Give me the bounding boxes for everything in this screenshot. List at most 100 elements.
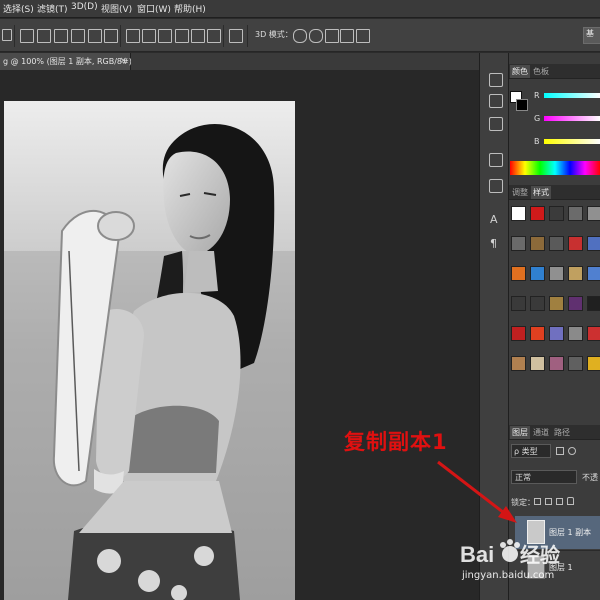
style-preset-swatch[interactable] [587, 326, 600, 341]
style-preset-swatch[interactable] [568, 266, 583, 281]
panel-dock: A ¶ [479, 53, 509, 600]
actions-icon[interactable] [489, 94, 503, 108]
background-color-swatch[interactable] [516, 99, 528, 111]
align-top-icon[interactable] [20, 29, 34, 43]
annotation-text: 复制副本1 [344, 430, 448, 454]
lock-position-icon[interactable] [556, 498, 563, 505]
style-preset-swatch[interactable] [587, 206, 600, 221]
style-preset-swatch[interactable] [511, 236, 526, 251]
green-slider[interactable] [544, 116, 600, 121]
styles-grid [509, 203, 600, 383]
tool-presets-icon[interactable] [489, 179, 503, 193]
lock-label: 锁定： [511, 498, 535, 507]
style-preset-swatch[interactable] [530, 296, 545, 311]
menu-view[interactable]: 视图(V) [101, 2, 132, 15]
style-preset-swatch[interactable] [530, 266, 545, 281]
history-icon[interactable] [489, 73, 503, 87]
tab-styles[interactable]: 样式 [531, 186, 551, 199]
canvas-photo[interactable] [4, 101, 295, 600]
3d-slide-icon[interactable] [340, 29, 354, 43]
style-preset-swatch[interactable] [549, 266, 564, 281]
style-preset-swatch[interactable] [511, 206, 526, 221]
style-preset-swatch[interactable] [549, 236, 564, 251]
layer-kind-filter[interactable]: ρ 类型 [511, 444, 551, 458]
style-preset-swatch[interactable] [587, 296, 600, 311]
tab-layers[interactable]: 图层 [510, 426, 530, 439]
style-preset-swatch[interactable] [549, 296, 564, 311]
close-icon[interactable]: × [119, 56, 127, 66]
color-panel-tabs: 颜色 色板 [509, 64, 600, 79]
style-preset-swatch[interactable] [511, 266, 526, 281]
separator [14, 25, 15, 47]
style-preset-swatch[interactable] [549, 206, 564, 221]
style-preset-swatch[interactable] [549, 356, 564, 371]
style-preset-swatch[interactable] [530, 206, 545, 221]
red-slider[interactable] [544, 93, 600, 98]
align-right-icon[interactable] [104, 29, 118, 43]
menu-bar: 选择(S) 滤镜(T) 3D(D) 视图(V) 窗口(W) 帮助(H) [0, 0, 600, 18]
auto-align-icon[interactable] [229, 29, 243, 43]
style-preset-swatch[interactable] [587, 266, 600, 281]
brush-icon[interactable] [489, 153, 503, 167]
lock-transparency-icon[interactable] [534, 498, 541, 505]
channel-g-label: G [534, 114, 541, 123]
color-ramp[interactable] [510, 161, 600, 175]
svg-text:Bai: Bai [460, 542, 494, 567]
3d-scale-icon[interactable] [356, 29, 370, 43]
lock-all-icon[interactable] [567, 497, 574, 505]
style-preset-swatch[interactable] [568, 206, 583, 221]
workspace-button[interactable]: 基 [583, 27, 600, 44]
document-tab[interactable]: g @ 100% (图层 1 副本, RGB/8#) * × [0, 53, 138, 70]
style-preset-swatch[interactable] [568, 236, 583, 251]
style-preset-swatch[interactable] [549, 326, 564, 341]
distribute-right-icon[interactable] [207, 29, 221, 43]
style-preset-swatch[interactable] [511, 296, 526, 311]
properties-icon[interactable] [489, 117, 503, 131]
right-panels: 颜色 色板 R G B 调整 样式 图层 通道 路径 ρ 类型 正常 不透 锁定… [509, 53, 600, 600]
align-hcenter-icon[interactable] [88, 29, 102, 43]
style-preset-swatch[interactable] [530, 326, 545, 341]
filter-adjust-icon[interactable] [568, 447, 576, 455]
distribute-left-icon[interactable] [175, 29, 189, 43]
tab-paths[interactable]: 路径 [552, 426, 572, 439]
blue-slider[interactable] [544, 139, 600, 144]
style-preset-swatch[interactable] [530, 236, 545, 251]
3d-rotate-icon[interactable] [293, 29, 307, 43]
filter-pixel-icon[interactable] [556, 447, 564, 455]
3d-drag-icon[interactable] [325, 29, 339, 43]
menu-filter[interactable]: 滤镜(T) [37, 2, 68, 15]
layers-panel-tabs: 图层 通道 路径 [509, 425, 600, 440]
style-preset-swatch[interactable] [587, 356, 600, 371]
align-left-icon[interactable] [71, 29, 85, 43]
style-preset-swatch[interactable] [511, 356, 526, 371]
style-preset-swatch[interactable] [587, 236, 600, 251]
tab-channels[interactable]: 通道 [531, 426, 551, 439]
menu-help[interactable]: 帮助(H) [174, 2, 206, 15]
opacity-label: 不透 [582, 473, 598, 482]
tab-adjustments[interactable]: 调整 [510, 186, 530, 199]
menu-window[interactable]: 窗口(W) [137, 2, 171, 15]
style-preset-swatch[interactable] [568, 356, 583, 371]
align-icon[interactable] [2, 29, 12, 41]
style-preset-swatch[interactable] [530, 356, 545, 371]
distribute-top-icon[interactable] [126, 29, 140, 43]
blend-mode-select[interactable]: 正常 [511, 470, 577, 484]
align-vcenter-icon[interactable] [37, 29, 51, 43]
style-preset-swatch[interactable] [568, 326, 583, 341]
separator [247, 25, 248, 47]
distribute-bottom-icon[interactable] [158, 29, 172, 43]
paragraph-icon[interactable]: ¶ [490, 237, 497, 250]
3d-roll-icon[interactable] [309, 29, 323, 43]
character-icon[interactable]: A [490, 213, 498, 226]
document-tab-strip [131, 53, 479, 70]
menu-3d[interactable]: 3D(D) [71, 2, 98, 12]
distribute-vcenter-icon[interactable] [142, 29, 156, 43]
style-preset-swatch[interactable] [511, 326, 526, 341]
distribute-hcenter-icon[interactable] [191, 29, 205, 43]
lock-pixels-icon[interactable] [545, 498, 552, 505]
tab-swatches[interactable]: 色板 [531, 65, 551, 78]
menu-select[interactable]: 选择(S) [3, 2, 34, 15]
tab-color[interactable]: 颜色 [510, 65, 530, 78]
align-bottom-icon[interactable] [54, 29, 68, 43]
style-preset-swatch[interactable] [568, 296, 583, 311]
